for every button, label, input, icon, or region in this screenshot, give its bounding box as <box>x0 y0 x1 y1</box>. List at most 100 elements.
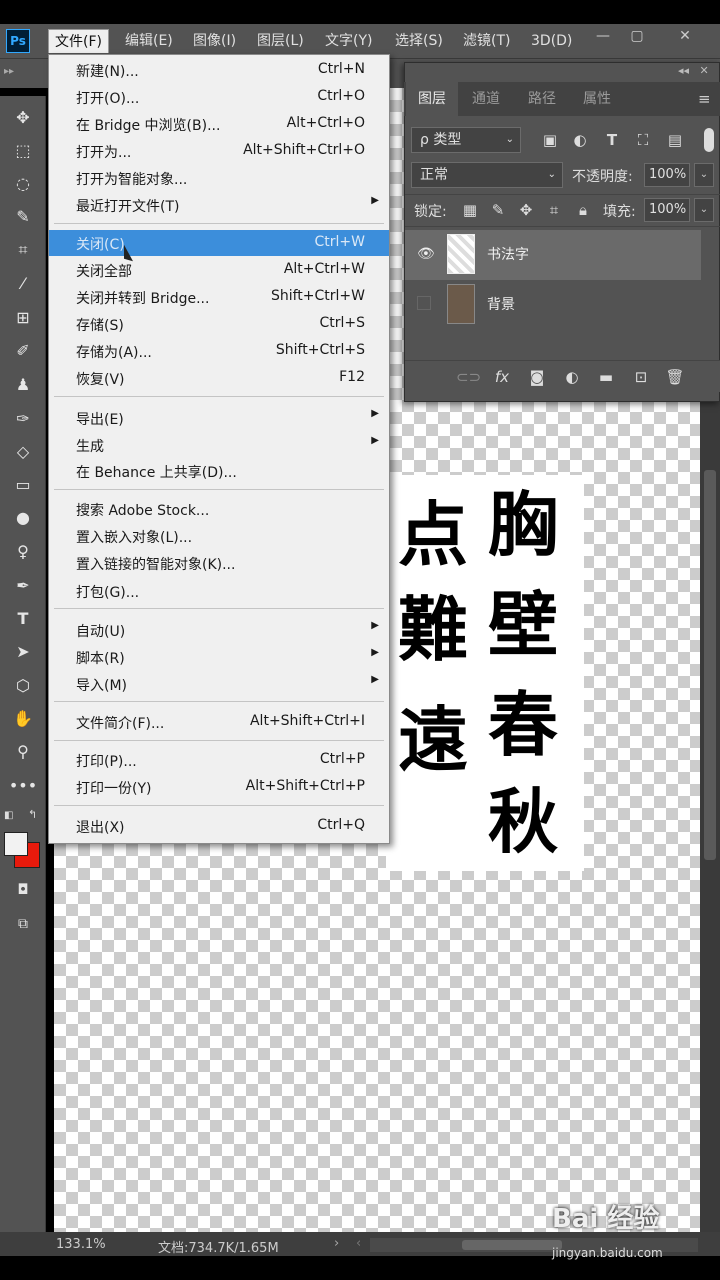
visibility-toggle-empty[interactable] <box>417 296 431 310</box>
menu-item-open-as[interactable]: 打开为... Alt+Shift+Ctrl+O <box>49 138 389 164</box>
menu-item-save[interactable]: 存储(S) Ctrl+S <box>49 311 389 337</box>
marquee-tool-icon[interactable]: ⬚ <box>7 137 39 165</box>
eraser-tool-icon[interactable]: ◇ <box>7 438 39 466</box>
horizontal-scrollbar-thumb[interactable] <box>462 1240 562 1250</box>
default-colors-icon[interactable]: ◧ <box>4 810 13 821</box>
menu-item-new[interactable]: 新建(N)... Ctrl+N <box>49 57 389 83</box>
dodge-tool-icon[interactable]: ♀ <box>7 538 39 566</box>
opacity-dropdown-icon[interactable]: ⌄ <box>694 163 714 187</box>
tab-properties[interactable]: 属性 <box>571 82 623 116</box>
menu-item-close[interactable]: 关闭(C) Ctrl+W <box>49 230 389 256</box>
hscroll-left-icon[interactable]: ‹ <box>356 1236 361 1251</box>
tab-paths[interactable]: 路径 <box>516 82 568 116</box>
menu-edit[interactable]: 编辑(E) <box>119 29 179 53</box>
menu-item-revert[interactable]: 恢复(V) F12 <box>49 365 389 391</box>
menu-select[interactable]: 选择(S) <box>389 29 449 53</box>
menu-item-browse-bridge[interactable]: 在 Bridge 中浏览(B)... Alt+Ctrl+O <box>49 111 389 137</box>
trash-icon[interactable]: 🗑︎ <box>663 366 687 388</box>
hand-tool-icon[interactable]: ✋ <box>7 705 39 733</box>
move-tool-icon[interactable]: ✥ <box>7 104 39 132</box>
menu-item-open[interactable]: 打开(O)... Ctrl+O <box>49 84 389 110</box>
menu-file[interactable]: 文件(F) <box>48 29 109 53</box>
menu-item-scripts[interactable]: 脚本(R) ▶ <box>49 644 389 670</box>
fill-field[interactable]: 100% <box>644 198 690 222</box>
maximize-button[interactable]: ▢ <box>624 26 650 46</box>
menu-item-recent-files[interactable]: 最近打开文件(T) ▶ <box>49 192 389 218</box>
blur-tool-icon[interactable]: ● <box>7 504 39 532</box>
menu-3d[interactable]: 3D(D) <box>525 29 578 53</box>
lock-image-icon[interactable]: ✎ <box>486 199 510 221</box>
fx-icon[interactable]: fx <box>490 366 514 388</box>
quick-selection-tool-icon[interactable]: ✎ <box>7 203 39 231</box>
menu-layer[interactable]: 图层(L) <box>251 29 310 53</box>
quick-mask-icon[interactable]: ◘ <box>7 876 39 904</box>
foreground-color-swatch[interactable] <box>4 832 28 856</box>
lock-artboard-icon[interactable]: ⌗ <box>542 199 566 221</box>
filter-adjustment-icon[interactable]: ◐ <box>568 129 592 151</box>
shape-tool-icon[interactable]: ⬡ <box>7 672 39 700</box>
layer-filter-select[interactable]: ρ 类型 ⌄ <box>411 127 521 153</box>
menu-filter[interactable]: 滤镜(T) <box>457 29 516 53</box>
menu-item-generate[interactable]: 生成 ▶ <box>49 432 389 458</box>
zoom-level[interactable]: 133.1% <box>56 1237 106 1252</box>
tab-layers[interactable]: 图层 <box>406 82 458 116</box>
menu-item-close-go-bridge[interactable]: 关闭并转到 Bridge... Shift+Ctrl+W <box>49 284 389 310</box>
gradient-tool-icon[interactable]: ▭ <box>7 471 39 499</box>
swap-colors-icon[interactable]: ↰ <box>28 808 37 821</box>
path-selection-tool-icon[interactable]: ➤ <box>7 638 39 666</box>
menu-item-place-embedded[interactable]: 置入嵌入对象(L)... <box>49 523 389 549</box>
adjustment-icon[interactable]: ◐ <box>560 366 584 388</box>
minimize-button[interactable]: — <box>590 26 616 46</box>
brush-tool-icon[interactable]: ✐ <box>7 337 39 365</box>
lock-all-icon[interactable]: 🔒︎ <box>571 199 595 221</box>
group-icon[interactable]: ▬ <box>594 366 618 388</box>
close-window-button[interactable]: ✕ <box>672 26 698 46</box>
link-icon[interactable]: ⊂⊃ <box>456 366 481 388</box>
screen-mode-icon[interactable]: ⧉ <box>7 910 39 938</box>
crop-tool-icon[interactable]: ⌗ <box>7 236 39 264</box>
tab-channels[interactable]: 通道 <box>460 82 512 116</box>
menu-item-file-info[interactable]: 文件简介(F)... Alt+Shift+Ctrl+I <box>49 709 389 735</box>
zoom-tool-icon[interactable]: ⚲ <box>7 738 39 766</box>
new-layer-icon[interactable]: ⊡ <box>629 366 653 388</box>
healing-brush-tool-icon[interactable]: ⊞ <box>7 304 39 332</box>
menu-item-open-smart-object[interactable]: 打开为智能对象... <box>49 165 389 191</box>
panel-menu-icon[interactable]: ≡ <box>698 90 711 108</box>
menu-item-search-stock[interactable]: 搜索 Adobe Stock... <box>49 496 389 522</box>
lock-transparent-icon[interactable]: ▦ <box>458 199 482 221</box>
panel-collapse-icon[interactable]: ◂◂ ✕ <box>678 64 709 77</box>
menu-item-close-all[interactable]: 关闭全部 Alt+Ctrl+W <box>49 257 389 283</box>
menu-item-place-linked[interactable]: 置入链接的智能对象(K)... <box>49 550 389 576</box>
filter-type-icon[interactable]: T <box>600 129 624 151</box>
more-tools-icon[interactable]: ••• <box>7 772 39 800</box>
menu-item-save-as[interactable]: 存储为(A)... Shift+Ctrl+S <box>49 338 389 364</box>
menu-item-share-behance[interactable]: 在 Behance 上共享(D)... <box>49 458 389 484</box>
toolbar-collapse-icon[interactable]: ▸▸ <box>4 66 14 77</box>
lock-position-icon[interactable]: ✥ <box>514 199 538 221</box>
layer-name[interactable]: 书法字 <box>487 245 529 265</box>
scrollbar-thumb[interactable] <box>704 470 716 860</box>
eyedropper-tool-icon[interactable]: ⁄ <box>7 270 39 298</box>
filter-shape-icon[interactable]: ⛶ <box>631 129 655 151</box>
menu-item-automate[interactable]: 自动(U) ▶ <box>49 617 389 643</box>
menu-item-print[interactable]: 打印(P)... Ctrl+P <box>49 747 389 773</box>
type-tool-icon[interactable]: T <box>7 605 39 633</box>
status-expand-icon[interactable]: › <box>334 1236 339 1251</box>
blend-mode-select[interactable]: 正常 ⌄ <box>411 162 563 188</box>
eye-icon[interactable]: 👁︎ <box>417 246 435 262</box>
filter-smart-object-icon[interactable]: ▤ <box>663 129 687 151</box>
menu-item-export[interactable]: 导出(E) ▶ <box>49 405 389 431</box>
menu-image[interactable]: 图像(I) <box>187 29 242 53</box>
layer-name[interactable]: 背景 <box>487 295 515 315</box>
history-brush-tool-icon[interactable]: ✑ <box>7 405 39 433</box>
mask-icon[interactable]: ◙ <box>525 366 549 388</box>
opacity-field[interactable]: 100% <box>644 163 690 187</box>
menu-item-package[interactable]: 打包(G)... <box>49 578 389 604</box>
pen-tool-icon[interactable]: ✒ <box>7 572 39 600</box>
menu-type[interactable]: 文字(Y) <box>319 29 378 53</box>
menu-item-exit[interactable]: 退出(X) Ctrl+Q <box>49 813 389 839</box>
filter-pixel-icon[interactable]: ▣ <box>538 129 562 151</box>
clone-stamp-tool-icon[interactable]: ♟ <box>7 371 39 399</box>
fill-dropdown-icon[interactable]: ⌄ <box>694 198 714 222</box>
layer-row-calligraphy[interactable]: 👁︎ 书法字 <box>405 230 701 280</box>
